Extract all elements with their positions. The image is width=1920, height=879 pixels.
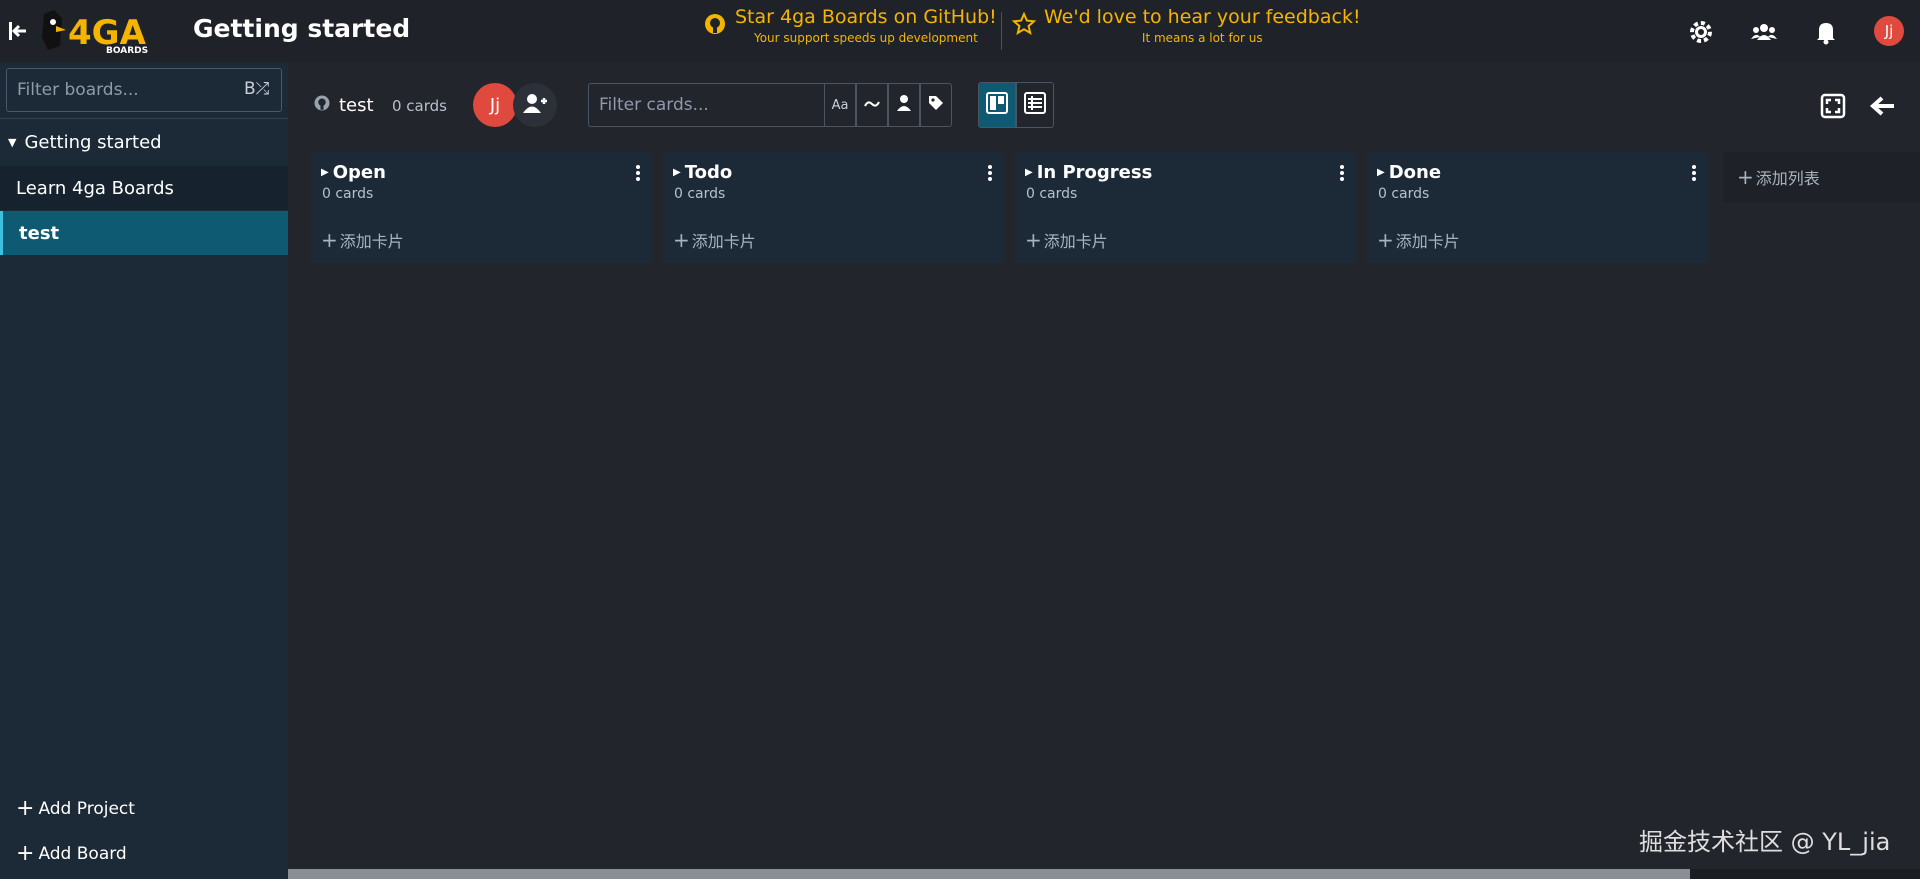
plus-icon: + (673, 228, 690, 252)
plus-icon: + (16, 796, 35, 821)
member-avatar[interactable]: Jj (473, 83, 517, 127)
add-board-button[interactable]: + Add Board (16, 843, 127, 865)
more-vertical-icon[interactable] (1688, 164, 1700, 182)
plus-icon: + (1025, 228, 1042, 252)
filter-boards-input[interactable] (6, 68, 282, 112)
filter-text-button[interactable]: Aa (824, 83, 856, 127)
add-list-button[interactable]: + 添加列表 (1723, 152, 1920, 202)
add-card-button[interactable]: + 添加卡片 (1025, 228, 1108, 252)
add-member-button[interactable] (513, 83, 557, 127)
top-bar: 4GA BOARDS Getting started Star 4ga Boar… (0, 0, 1920, 62)
sidebar-board-test[interactable]: test (0, 211, 288, 255)
caret-right-icon: ▶ (1025, 167, 1033, 178)
list-card-count: 0 cards (674, 186, 726, 202)
github-icon (703, 12, 727, 40)
plus-icon: + (1377, 228, 1394, 252)
user-avatar[interactable]: Jj (1874, 16, 1904, 46)
add-card-button[interactable]: + 添加卡片 (673, 228, 756, 252)
list-card-count: 0 cards (1378, 186, 1430, 202)
github-promo-title: Star 4ga Boards on GitHub! (735, 6, 997, 28)
add-project-label: Add Project (38, 799, 135, 819)
more-vertical-icon[interactable] (984, 164, 996, 182)
page-title: Getting started (193, 14, 411, 43)
add-user-icon (522, 92, 548, 118)
horizontal-scrollbar-thumb[interactable] (288, 869, 1690, 879)
watermark: 掘金技术社区 @ YL_jia (1639, 828, 1891, 856)
sidebar-board-learn-4ga-boards[interactable]: Learn 4ga Boards (0, 166, 288, 210)
github-star-link[interactable]: Star 4ga Boards on GitHub! Your support … (703, 6, 997, 45)
project-label: Getting started (24, 131, 162, 153)
caret-right-icon: ▶ (1377, 167, 1385, 178)
filter-activity-button[interactable] (856, 83, 888, 127)
plus-icon: + (16, 841, 35, 866)
users-icon[interactable] (1750, 18, 1778, 46)
list-view-button[interactable] (1016, 82, 1054, 128)
feedback-promo-title: We'd love to hear your feedback! (1044, 6, 1361, 28)
list-view-icon (1024, 92, 1046, 118)
sidebar: B⤮ ▼ Getting started Learn 4ga Boards te… (0, 62, 288, 879)
add-project-button[interactable]: + Add Project (16, 798, 135, 820)
arrow-left-icon[interactable] (1868, 92, 1896, 120)
add-card-label: 添加卡片 (1043, 232, 1108, 251)
tag-icon (928, 95, 944, 115)
settings-icon[interactable] (1687, 18, 1715, 46)
add-card-button[interactable]: + 添加卡片 (321, 228, 404, 252)
list-header[interactable]: ▶ Open (321, 162, 386, 183)
collapse-sidebar-icon[interactable] (6, 18, 30, 44)
list-title: In Progress (1036, 162, 1153, 183)
board-card-count: 0 cards (392, 97, 447, 115)
github-promo-subtitle: Your support speeds up development (753, 31, 978, 45)
filter-label-button[interactable] (920, 83, 952, 127)
bell-icon[interactable] (1812, 18, 1840, 46)
plus-icon: + (321, 228, 338, 252)
github-icon (313, 94, 331, 117)
more-vertical-icon[interactable] (632, 164, 644, 182)
logo[interactable]: 4GA BOARDS (40, 8, 162, 56)
sidebar-divider (0, 118, 288, 119)
list-header[interactable]: ▶ In Progress (1025, 162, 1152, 183)
activity-icon (864, 98, 880, 113)
board-view-icon (986, 92, 1008, 118)
user-icon (897, 95, 911, 115)
filter-member-button[interactable] (888, 83, 920, 127)
board-name[interactable]: test (313, 94, 374, 117)
add-list-label: 添加列表 (1755, 169, 1820, 188)
add-card-label: 添加卡片 (1395, 232, 1460, 251)
list-card-count: 0 cards (322, 186, 374, 202)
list-done: ▶ Done 0 cards + 添加卡片 (1367, 152, 1708, 263)
list-header[interactable]: ▶ Todo (673, 162, 732, 183)
caret-right-icon: ▶ (321, 167, 329, 178)
caret-right-icon: ▶ (673, 167, 681, 178)
shuffle-icon[interactable]: B⤮ (244, 79, 269, 99)
list-header[interactable]: ▶ Done (1377, 162, 1441, 183)
feedback-link[interactable]: We'd love to hear your feedback! It mean… (1011, 6, 1361, 45)
list-title: Todo (684, 162, 733, 183)
add-board-label: Add Board (38, 844, 127, 864)
svg-text:BOARDS: BOARDS (106, 46, 148, 54)
list-title: Open (332, 162, 386, 183)
list-title: Done (1388, 162, 1442, 183)
board-name-label: test (339, 95, 374, 116)
add-card-button[interactable]: + 添加卡片 (1377, 228, 1460, 252)
sidebar-project-getting-started[interactable]: ▼ Getting started (0, 120, 288, 164)
board-view-button[interactable] (978, 82, 1016, 128)
fullscreen-icon[interactable] (1819, 92, 1847, 120)
add-card-label: 添加卡片 (339, 232, 404, 251)
filter-cards-input[interactable] (588, 83, 824, 127)
more-vertical-icon[interactable] (1336, 164, 1348, 182)
feedback-promo-subtitle: It means a lot for us (1141, 31, 1263, 45)
plus-icon: + (1737, 165, 1754, 189)
list-card-count: 0 cards (1026, 186, 1078, 202)
list-in-progress: ▶ In Progress 0 cards + 添加卡片 (1015, 152, 1356, 263)
list-todo: ▶ Todo 0 cards + 添加卡片 (663, 152, 1004, 263)
caret-down-icon: ▼ (8, 135, 17, 149)
add-card-label: 添加卡片 (691, 232, 756, 251)
list-open: ▶ Open 0 cards + 添加卡片 (311, 152, 652, 263)
promo-divider (1001, 12, 1002, 50)
star-icon (1011, 11, 1037, 40)
